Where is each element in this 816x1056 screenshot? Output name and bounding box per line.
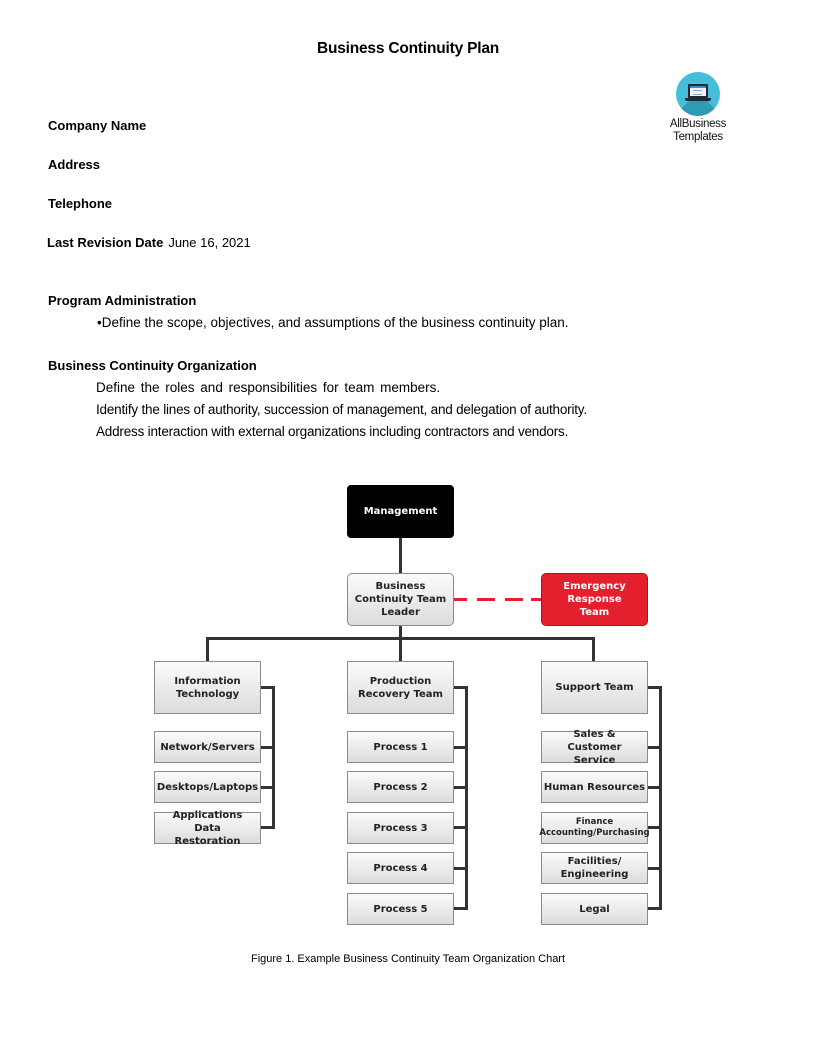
org-node-support-item: Human Resources [541,771,648,803]
bracket-tick [453,686,467,689]
bracket-tick [260,686,274,689]
dashed-link [477,598,495,601]
figure-caption: Figure 1. Example Business Continuity Te… [250,953,566,965]
org-node-management: Management [347,485,454,538]
telephone-label: Telephone [48,196,113,211]
bracket-tick [260,786,274,789]
bracket-right-vertical [659,686,662,910]
company-name-label: Company Name [48,118,147,133]
connector-leader-down [399,626,402,662]
bracket-tick [647,746,661,749]
org-node-emergency-response: Emergency Response Team [541,573,648,626]
bc-organization-heading: Business Continuity Organization [48,358,257,373]
org-node-process-item: Process 2 [347,771,454,803]
bracket-tick [453,746,467,749]
org-node-process-item: Process 5 [347,893,454,925]
org-node-process-item: Process 4 [347,852,454,884]
org-node-it-item: Applications Data Restoration [154,810,261,847]
bracket-tick [260,826,274,829]
program-administration-heading: Program Administration [48,293,197,308]
bracket-tick [260,746,274,749]
dashed-link [454,598,467,601]
bracket-middle-vertical [465,686,468,910]
program-administration-bullet: •Define the scope, objectives, and assum… [97,315,569,330]
org-node-information-technology: Information Technology [154,661,261,714]
connector-horizontal [206,637,595,640]
laptop-icon [688,84,708,98]
last-revision-label: Last Revision Date [47,235,164,250]
bracket-tick [453,826,467,829]
bracket-tick [647,686,661,689]
dashed-link [505,598,523,601]
bracket-tick [453,907,467,910]
logo-badge [676,72,720,116]
org-node-support-item: Finance Accounting/Purchasing [539,812,650,844]
connector-right-drop [592,637,595,662]
org-node-production-recovery: Production Recovery Team [347,661,454,714]
laptop-base-icon [685,98,711,101]
org-node-process-item: Process 1 [347,731,454,763]
org-node-support-item: Facilities/ Engineering [541,852,648,884]
bracket-tick [453,867,467,870]
bc-organization-line: Define the roles and responsibilities fo… [96,380,441,395]
bc-organization-line: Address interaction with external organi… [96,424,569,439]
org-node-process-item: Process 3 [347,812,454,844]
org-node-support-item: Sales & Customer Service [541,729,648,766]
org-node-support-team: Support Team [541,661,648,714]
org-node-it-item: Desktops/Laptops [154,771,261,803]
bc-organization-line: Identify the lines of authority, success… [96,402,587,417]
connector-mgmt-leader [399,538,402,574]
bracket-tick [453,786,467,789]
last-revision-value: June 16, 2021 [168,235,251,250]
bracket-tick [647,907,661,910]
address-label: Address [48,157,101,172]
connector-left-drop [206,637,209,662]
bracket-tick [647,867,661,870]
bracket-tick [647,786,661,789]
org-node-support-item: Legal [541,893,648,925]
logo-text-line2: Templates [673,131,723,143]
org-node-team-leader: Business Continuity Team Leader [347,573,454,626]
bracket-left-vertical [272,686,275,829]
last-revision-row: Last Revision Date June 16, 2021 [47,235,251,250]
allbusiness-logo[interactable]: AllBusiness Templates [660,70,736,144]
logo-text-line1: AllBusiness [669,118,727,130]
org-node-it-item: Network/Servers [154,731,261,763]
document-title: Business Continuity Plan [316,40,500,57]
